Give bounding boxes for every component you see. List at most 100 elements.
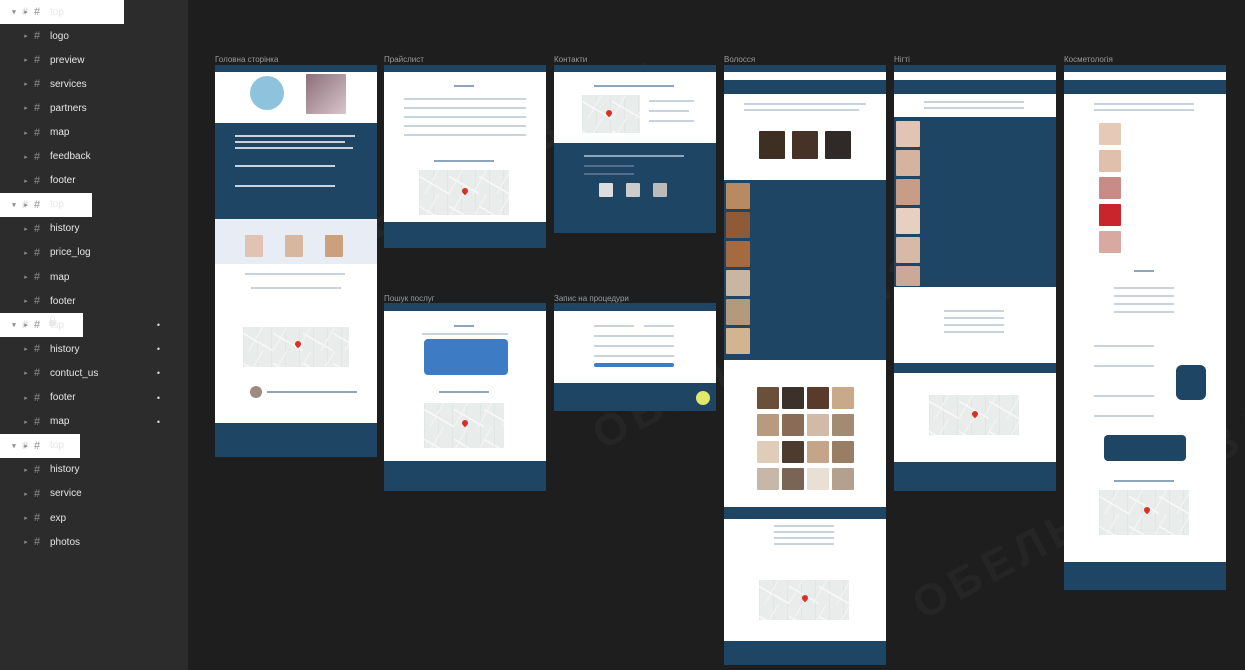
gallery-photo	[782, 441, 804, 463]
dot-icon[interactable]: •	[157, 344, 160, 354]
footer	[724, 641, 886, 665]
expand-icon[interactable]: ▸	[22, 369, 30, 377]
expand-icon[interactable]: ▸	[22, 514, 30, 522]
gallery-photo	[757, 468, 779, 490]
layer-item[interactable]: ▸ # map	[0, 120, 188, 144]
frame-label-search[interactable]: Пошук послуг	[384, 294, 435, 303]
frame-label-booking[interactable]: Запис на процедури	[554, 294, 629, 303]
expand-icon[interactable]: ▸	[22, 297, 30, 305]
layer-item[interactable]: ▸ # photos	[0, 530, 188, 554]
expand-icon[interactable]: ▸	[22, 104, 30, 112]
frame-price[interactable]	[384, 65, 546, 248]
hair-thumb	[726, 299, 750, 325]
layer-item[interactable]: ▸ # top	[0, 434, 188, 458]
expand-icon[interactable]: ▸	[22, 249, 30, 257]
layer-label: top	[50, 6, 64, 18]
expand-icon[interactable]: ▸	[22, 56, 30, 64]
frame-booking[interactable]	[554, 303, 716, 411]
layer-item[interactable]: ▸ # feedback	[0, 145, 188, 169]
frame-contacts[interactable]	[554, 65, 716, 233]
expand-icon[interactable]: ▸	[22, 32, 30, 40]
categories-panel[interactable]	[424, 339, 508, 375]
info-card	[1104, 435, 1186, 461]
layer-item[interactable]: ▸ # footer •	[0, 386, 188, 410]
layer-item[interactable]: ▸ # exp	[0, 506, 188, 530]
layer-label: history	[50, 223, 80, 235]
expand-icon[interactable]: ▸	[22, 538, 30, 546]
layer-item[interactable]: ▸ # top	[0, 193, 188, 217]
frame-hair[interactable]	[724, 65, 886, 665]
layer-item[interactable]: ▸ # contuct_us •	[0, 361, 188, 385]
gallery-photo	[757, 414, 779, 436]
frame-label-home[interactable]: Головна сторінка	[215, 55, 278, 64]
hair-photo	[759, 131, 785, 159]
contact-photo	[626, 183, 640, 197]
frame-label-hair[interactable]: Волосся	[724, 55, 755, 64]
nail-thumb	[896, 208, 920, 234]
dot-icon[interactable]: •	[157, 320, 160, 330]
frame-label-cosmetology[interactable]: Косметологія	[1064, 55, 1113, 64]
frame-search[interactable]	[384, 303, 546, 491]
nail-thumb	[896, 237, 920, 263]
layer-item[interactable]: ▸ # partners	[0, 96, 188, 120]
frame-label-price[interactable]: Прайслист	[384, 55, 424, 64]
layer-item[interactable]: ▸ # footer	[0, 289, 188, 313]
layer-item[interactable]: ▸ # price_log	[0, 241, 188, 265]
layer-item[interactable]: ▸ # top	[0, 0, 188, 24]
nav-bar	[384, 303, 546, 311]
footer	[1064, 562, 1226, 590]
expand-icon[interactable]: ▸	[22, 466, 30, 474]
expand-icon[interactable]: ▸	[22, 8, 30, 16]
layer-label: footer	[50, 175, 76, 187]
layer-item[interactable]: ▸ # history	[0, 458, 188, 482]
gallery-photo	[832, 441, 854, 463]
expand-icon[interactable]: ▸	[22, 394, 30, 402]
dot-icon[interactable]: •	[157, 368, 160, 378]
expand-icon[interactable]: ▸	[22, 345, 30, 353]
frame-icon: #	[33, 343, 41, 356]
expand-icon[interactable]: ▸	[22, 177, 30, 185]
expand-icon[interactable]: ▸	[22, 321, 30, 329]
frame-home[interactable]	[215, 65, 377, 457]
expand-icon[interactable]: ▸	[22, 80, 30, 88]
frame-cosmetology[interactable]	[1064, 65, 1226, 590]
hair-photo	[792, 131, 818, 159]
feedback-avatar	[250, 386, 262, 398]
layer-item[interactable]: ▸ # footer	[0, 169, 188, 193]
frame-icon: #	[33, 319, 41, 332]
layer-item[interactable]: ▸ # preview	[0, 48, 188, 72]
layer-item[interactable]: ▸ # history •	[0, 337, 188, 361]
expand-icon[interactable]: ▸	[22, 273, 30, 281]
frame-label-nails[interactable]: Нігті	[894, 55, 910, 64]
booking-badge	[696, 391, 710, 405]
layer-item[interactable]: ▸ # top •	[0, 313, 188, 337]
expand-icon[interactable]: ▸	[22, 225, 30, 233]
frame-icon: #	[33, 78, 41, 91]
frame-nails[interactable]	[894, 65, 1056, 491]
layer-item[interactable]: ▸ # history	[0, 217, 188, 241]
layer-label: footer	[50, 295, 76, 307]
layer-item[interactable]: ▸ # map •	[0, 410, 188, 434]
expand-icon[interactable]: ▸	[22, 442, 30, 450]
frame-icon: #	[33, 295, 41, 308]
contact-photo	[599, 183, 613, 197]
expand-icon[interactable]: ▸	[22, 418, 30, 426]
nav-bar	[1064, 65, 1226, 72]
dot-icon[interactable]: •	[157, 393, 160, 403]
expand-icon[interactable]: ▸	[22, 153, 30, 161]
expand-icon[interactable]: ▸	[22, 201, 30, 209]
expand-icon[interactable]: ▸	[22, 490, 30, 498]
layer-item[interactable]: ▸ # services	[0, 72, 188, 96]
layer-item[interactable]: ▸ # logo	[0, 24, 188, 48]
frame-label-contacts[interactable]: Контакти	[554, 55, 587, 64]
layer-item[interactable]: ▸ # service	[0, 482, 188, 506]
book-button[interactable]	[594, 363, 674, 367]
expand-icon[interactable]: ▸	[22, 129, 30, 137]
gallery-photo	[757, 441, 779, 463]
design-canvas[interactable]: ОБЕЛЬЮ-ДИЗАЙН ОБЕЛЬЮ-ДИЗАЙН ОБЕЛЬЮ-ДИЗАЙ…	[188, 0, 1245, 670]
dot-icon[interactable]: •	[157, 417, 160, 427]
gallery-photo	[782, 414, 804, 436]
frame-icon: #	[33, 439, 41, 452]
layer-item[interactable]: ▸ # map	[0, 265, 188, 289]
service-thumb	[285, 235, 303, 257]
